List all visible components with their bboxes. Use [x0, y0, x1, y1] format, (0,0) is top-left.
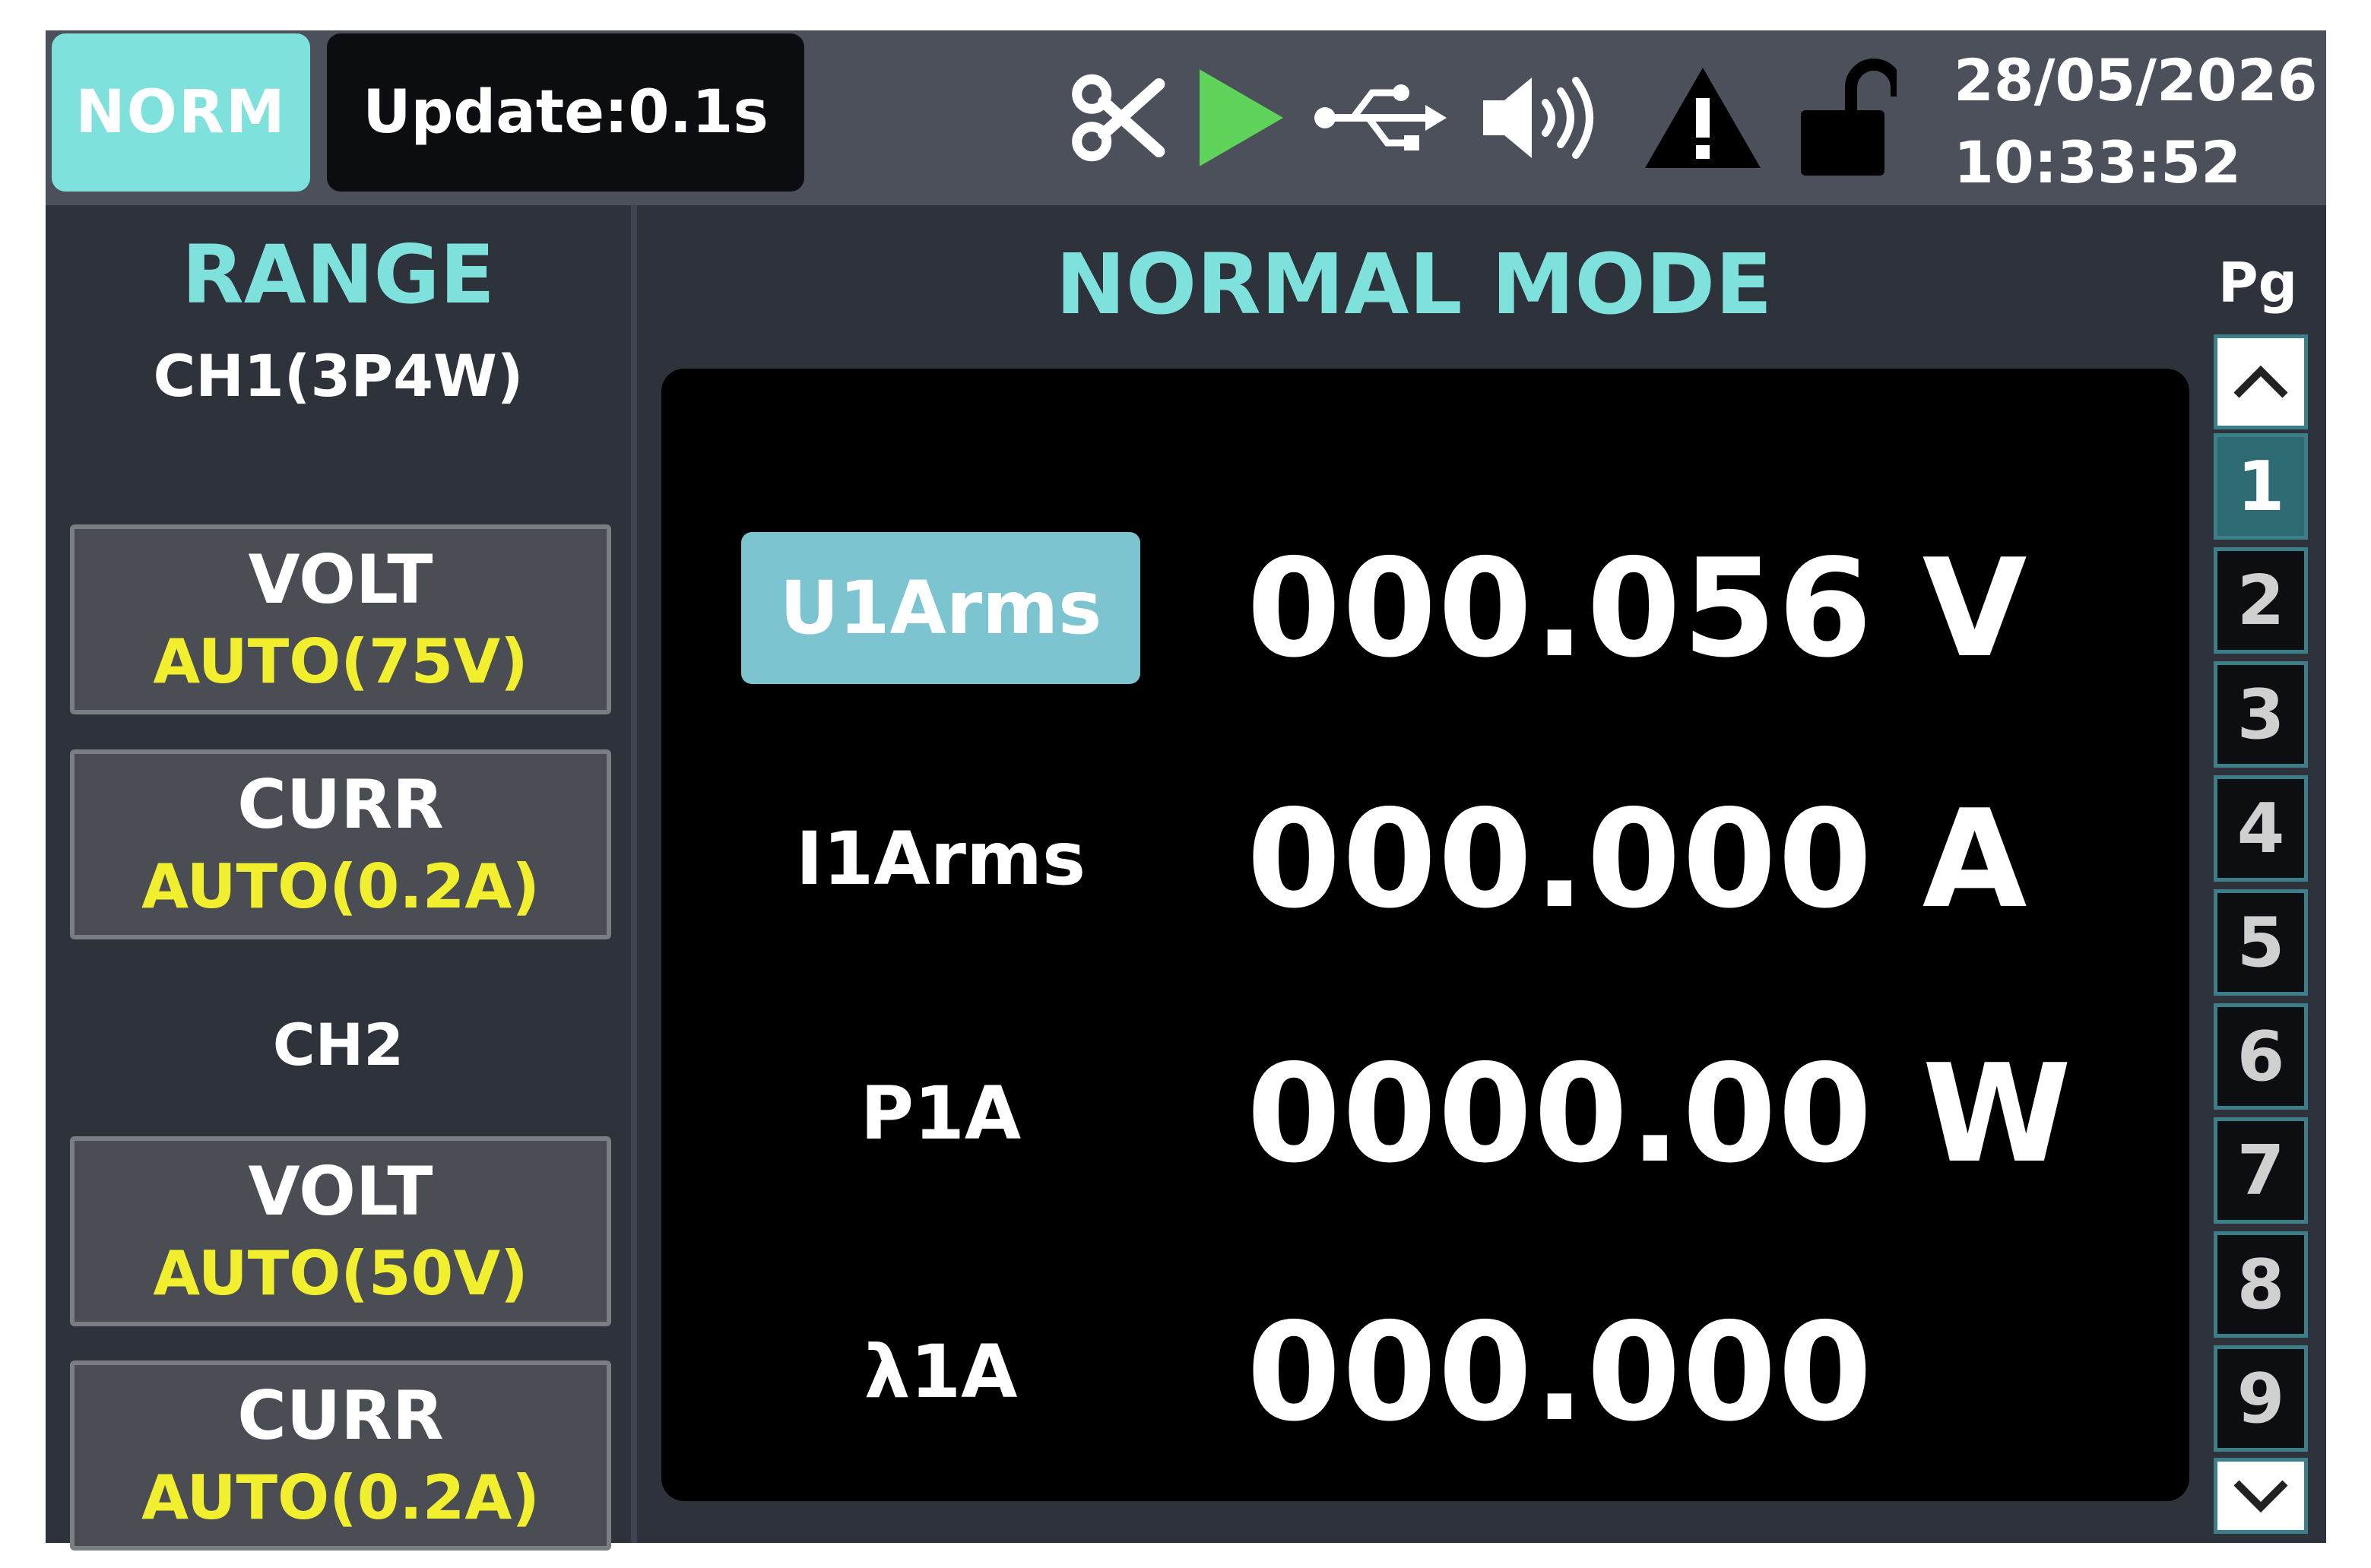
range-title: RANGE: [182, 228, 495, 322]
speaker-icon: [1475, 61, 1612, 175]
range-button-value: AUTO(0.2A): [141, 1462, 540, 1533]
unlock-icon: [1790, 59, 1904, 176]
page-button-6[interactable]: 6: [2214, 1003, 2308, 1110]
range-button-value: AUTO(50V): [153, 1238, 528, 1309]
mode-badge[interactable]: NORM: [52, 33, 310, 192]
panel-divider: [631, 205, 637, 1543]
measurement-display: U1Arms 000.056 V I1Arms 000.000 A P1A 00…: [661, 369, 2189, 1501]
page-label: Pg: [2217, 251, 2298, 315]
status-bar: NORM Update:0.1s 28/05/2026 10:33:52: [46, 30, 2326, 205]
measurement-label-p1a[interactable]: P1A: [741, 1037, 1140, 1189]
scissors-icon: [1064, 61, 1171, 175]
ch2-volt-range-button[interactable]: VOLT AUTO(50V): [70, 1136, 611, 1326]
range-panel: RANGE CH1(3P4W) VOLT AUTO(75V) CURR AUTO…: [46, 205, 631, 1551]
ch2-curr-range-button[interactable]: CURR AUTO(0.2A): [70, 1361, 611, 1551]
range-button-value: AUTO(75V): [153, 626, 528, 697]
measurement-value: 000.056 V: [1247, 529, 2029, 687]
instrument-screen: NORM Update:0.1s 28/05/2026 10:33:52 RAN…: [46, 30, 2326, 1551]
measurement-value: 000.000: [1247, 1293, 1874, 1451]
page-button-5[interactable]: 5: [2214, 889, 2308, 996]
range-button-name: CURR: [237, 1376, 444, 1455]
range-button-value: AUTO(0.2A): [141, 851, 540, 922]
page-down-button[interactable]: [2214, 1458, 2308, 1534]
play-icon: [1186, 61, 1292, 175]
range-button-name: CURR: [237, 765, 444, 844]
ch1-volt-range-button[interactable]: VOLT AUTO(75V): [70, 524, 611, 714]
measurement-label-lambda1a[interactable]: λ1A: [741, 1296, 1140, 1448]
range-button-name: VOLT: [248, 540, 433, 619]
range-button-name: VOLT: [248, 1152, 433, 1231]
warning-icon: [1638, 61, 1767, 175]
measurement-label-u1arms[interactable]: U1Arms: [741, 532, 1140, 684]
update-rate-label[interactable]: Update:0.1s: [327, 33, 804, 192]
page-button-1[interactable]: 1: [2214, 433, 2308, 540]
ch2-label: CH2: [272, 1011, 404, 1079]
measurement-label-i1arms[interactable]: I1Arms: [741, 783, 1140, 935]
datetime: 28/05/2026 10:33:52: [1954, 40, 2319, 204]
page-button-3[interactable]: 3: [2214, 661, 2308, 768]
ch1-curr-range-button[interactable]: CURR AUTO(0.2A): [70, 749, 611, 939]
page-button-4[interactable]: 4: [2214, 775, 2308, 882]
time-text: 10:33:52: [1954, 128, 2242, 196]
measurement-value: 0000.00 W: [1247, 1034, 2074, 1193]
usb-icon: [1308, 61, 1452, 175]
page-button-2[interactable]: 2: [2214, 547, 2308, 654]
page-button-9[interactable]: 9: [2214, 1345, 2308, 1452]
page-button-7[interactable]: 7: [2214, 1117, 2308, 1224]
page-button-8[interactable]: 8: [2214, 1231, 2308, 1338]
date-text: 28/05/2026: [1954, 46, 2318, 114]
page-title: NORMAL MODE: [1055, 236, 1773, 333]
measurement-value: 000.000 A: [1247, 780, 2029, 938]
ch1-label: CH1(3P4W): [153, 342, 524, 410]
page-up-button[interactable]: [2214, 334, 2308, 429]
chevron-down-icon: [2233, 1480, 2288, 1513]
chevron-up-icon: [2233, 365, 2288, 398]
